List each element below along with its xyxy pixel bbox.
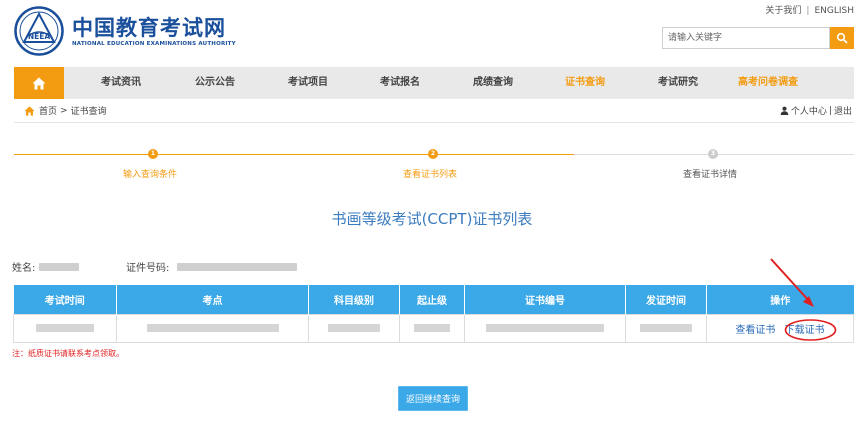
th-subject-level: 科目级别 — [308, 285, 400, 314]
search-box — [662, 27, 854, 49]
step-1-dot: 1 — [148, 149, 158, 159]
nav-item-research[interactable]: 考试研究 — [658, 67, 698, 99]
nav-home-button[interactable] — [14, 67, 64, 99]
user-center-link[interactable]: 个人中心 — [791, 104, 827, 117]
page-title: 书画等级考试(CCPT)证书列表 — [331, 210, 533, 228]
user-link-separator: | — [828, 105, 832, 116]
emblem-text: NEEA — [28, 32, 51, 41]
search-icon — [836, 32, 848, 44]
logo-subtitle: NATIONAL EDUCATION EXAMINATIONS AUTHORIT… — [72, 40, 236, 47]
th-issue-date: 发证时间 — [625, 285, 707, 314]
back-to-query-button[interactable]: 返回继续查询 — [398, 386, 468, 411]
divider — [14, 122, 854, 123]
nav-item-news[interactable]: 考试资讯 — [101, 67, 141, 99]
cell-exam-time — [13, 313, 117, 343]
paper-certificate-note: 注：纸质证书请联系考点领取。 — [12, 349, 124, 358]
name-label: 姓名: — [12, 263, 36, 274]
breadcrumb: 首页 > 证书查询 — [24, 104, 107, 117]
nav-item-certificates[interactable]: 证书查询 — [565, 67, 605, 99]
search-button[interactable] — [830, 27, 854, 49]
nav-item-exams[interactable]: 考试项目 — [288, 67, 328, 99]
nav-item-announcements[interactable]: 公示公告 — [195, 67, 235, 99]
download-certificate-link[interactable]: 下载证书 — [785, 325, 825, 336]
step-1-label: 输入查询条件 — [123, 170, 178, 180]
cell-cert-number — [464, 313, 626, 343]
table-row: 查看证书 下载证书 — [13, 313, 854, 343]
name-info: 姓名: — [12, 259, 80, 274]
cell-issue-date — [625, 313, 707, 343]
logout-link[interactable]: 退出 — [834, 104, 852, 117]
step-3-label: 查看证书详情 — [683, 170, 738, 180]
cell-exam-site — [116, 313, 309, 343]
top-links: 关于我们 | ENGLISH — [765, 3, 854, 16]
th-exam-site: 考点 — [116, 285, 309, 314]
id-info: 证件号码: — [126, 259, 298, 274]
user-icon — [780, 106, 789, 115]
site-logo[interactable]: NEEA 中国教育考试网 NATIONAL EDUCATION EXAMINAT… — [14, 6, 236, 56]
breadcrumb-current: 证书查询 — [70, 107, 107, 117]
breadcrumb-home-icon — [24, 105, 35, 116]
step-3-dot: 3 — [708, 149, 718, 159]
cell-subject-level — [308, 313, 400, 343]
user-links: 个人中心 | 退出 — [780, 104, 852, 117]
nav-item-survey[interactable]: 高考问卷调查 — [738, 67, 798, 99]
view-certificate-link[interactable]: 查看证书 — [735, 325, 775, 336]
cell-actions: 查看证书 下载证书 — [706, 313, 854, 343]
neea-emblem-icon: NEEA — [14, 6, 64, 56]
english-link[interactable]: ENGLISH — [814, 6, 854, 16]
top-link-separator: | — [806, 6, 810, 16]
th-exam-time: 考试时间 — [13, 285, 117, 314]
breadcrumb-home[interactable]: 首页 — [39, 104, 57, 117]
step-progress-done — [14, 154, 574, 155]
about-link[interactable]: 关于我们 — [765, 6, 801, 16]
cell-level-range — [399, 313, 465, 343]
step-2-dot: 2 — [428, 149, 438, 159]
nav-item-registration[interactable]: 考试报名 — [380, 67, 420, 99]
search-input[interactable] — [662, 27, 830, 49]
id-label: 证件号码: — [126, 263, 170, 274]
breadcrumb-separator: > — [60, 105, 68, 116]
home-icon — [32, 77, 46, 89]
table-header-row: 考试时间 考点 科目级别 起止级 证书编号 发证时间 操作 — [13, 285, 854, 314]
th-level-range: 起止级 — [399, 285, 465, 314]
id-value-redacted — [177, 262, 298, 271]
nav-item-scores[interactable]: 成绩查询 — [473, 67, 513, 99]
name-value-redacted — [39, 262, 80, 271]
th-actions: 操作 — [706, 285, 854, 314]
certificate-table: 考试时间 考点 科目级别 起止级 证书编号 发证时间 操作 查看证书 下载证书 — [13, 285, 854, 343]
logo-title: 中国教育考试网 — [72, 15, 226, 40]
step-2-label: 查看证书列表 — [403, 170, 458, 180]
th-cert-number: 证书编号 — [464, 285, 626, 314]
main-nav: 考试资讯 公示公告 考试项目 考试报名 成绩查询 证书查询 考试研究 高考问卷调… — [14, 67, 854, 99]
